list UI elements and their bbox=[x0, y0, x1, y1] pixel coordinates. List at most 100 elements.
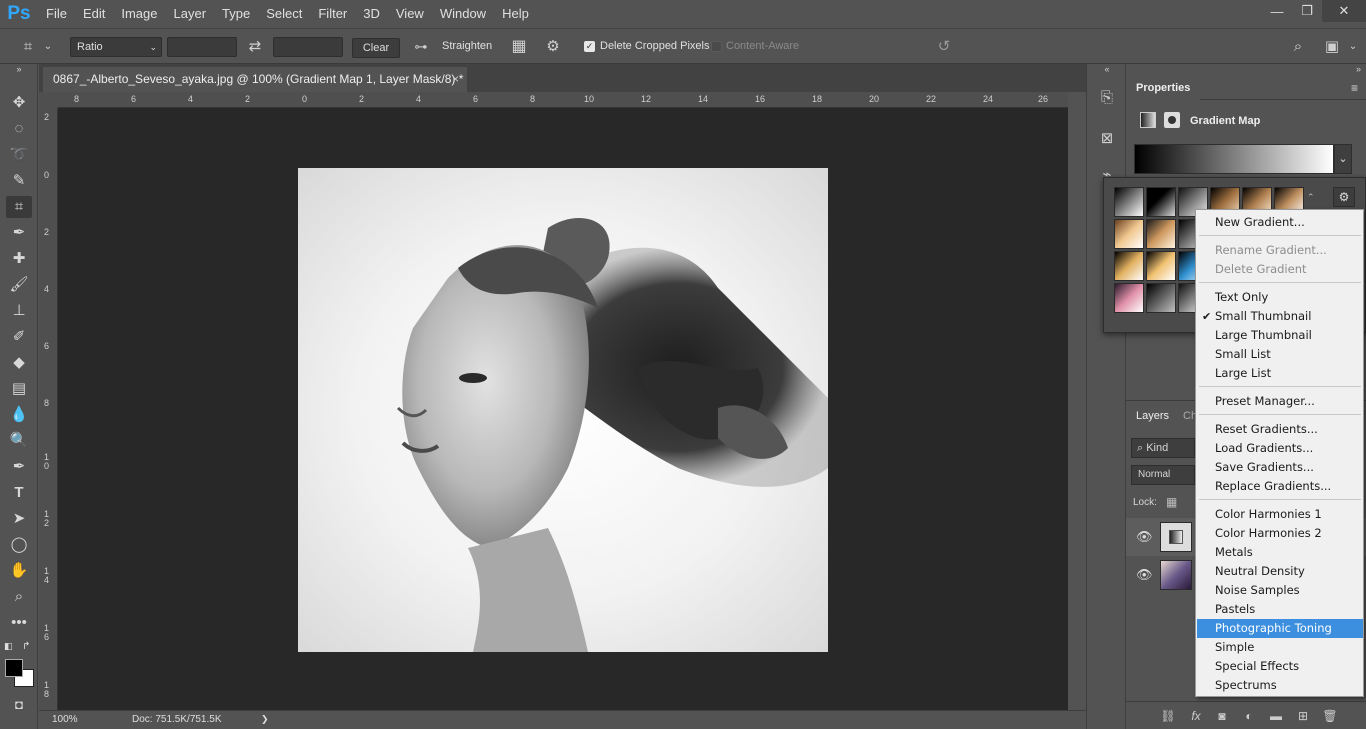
lasso-tool-icon[interactable]: ➰ bbox=[6, 144, 32, 166]
path-selection-tool-icon[interactable]: ➤ bbox=[6, 508, 32, 530]
hand-tool-icon[interactable]: ✋ bbox=[6, 560, 32, 582]
menu-item-rename-gradient[interactable]: Rename Gradient... bbox=[1197, 241, 1363, 260]
gradient-swatch[interactable] bbox=[1114, 283, 1144, 313]
menu-item-delete-gradient[interactable]: Delete Gradient bbox=[1197, 260, 1363, 279]
properties-panel-icon[interactable]: ⊠ bbox=[1096, 128, 1118, 150]
menu-item-small-list[interactable]: Small List bbox=[1197, 345, 1363, 364]
menu-item-new-gradient[interactable]: New Gradient... bbox=[1197, 213, 1363, 232]
gradient-swatch[interactable] bbox=[1146, 187, 1176, 217]
overlay-grid-icon[interactable]: ▦ bbox=[509, 37, 529, 57]
menu-item-photographic-toning[interactable]: Photographic Toning bbox=[1197, 619, 1363, 638]
close-button[interactable]: ✕ bbox=[1322, 0, 1366, 22]
healing-brush-tool-icon[interactable]: ✚ bbox=[6, 248, 32, 270]
type-tool-icon[interactable]: T bbox=[6, 482, 32, 504]
workspace-chevron-down-icon[interactable]: ⌄ bbox=[1343, 37, 1363, 57]
tab-layers[interactable]: Layers bbox=[1136, 410, 1169, 422]
history-brush-tool-icon[interactable]: ✐ bbox=[6, 326, 32, 348]
content-aware-label[interactable]: Content-Aware bbox=[726, 40, 799, 52]
default-colors-icon[interactable]: ◧ bbox=[4, 641, 14, 651]
ratio-width-input[interactable] bbox=[167, 37, 237, 57]
quick-mask-icon[interactable]: ◘ bbox=[6, 694, 32, 716]
menu-item-pastels[interactable]: Pastels bbox=[1197, 600, 1363, 619]
gradient-tool-icon[interactable]: ▤ bbox=[6, 378, 32, 400]
gradient-swatch[interactable] bbox=[1114, 219, 1144, 249]
brush-tool-icon[interactable]: 🖌 bbox=[6, 274, 32, 296]
pen-tool-icon[interactable]: ✒ bbox=[6, 456, 32, 478]
collapse-strip-icon[interactable]: « bbox=[1096, 64, 1118, 74]
menu-item-reset-gradients[interactable]: Reset Gradients... bbox=[1197, 420, 1363, 439]
swap-colors-icon[interactable]: ↱ bbox=[22, 641, 34, 652]
add-mask-icon[interactable]: ◙ bbox=[1214, 708, 1230, 724]
reset-icon[interactable]: ↺ bbox=[934, 37, 954, 57]
preset-chevron-down-icon[interactable]: ⌄ bbox=[38, 37, 58, 57]
close-tab-icon[interactable]: × bbox=[452, 67, 459, 92]
dodge-tool-icon[interactable]: 🔍 bbox=[6, 430, 32, 452]
collapse-tools-icon[interactable]: » bbox=[6, 64, 32, 74]
delete-layer-icon[interactable]: 🗑 bbox=[1322, 708, 1338, 724]
menu-item-replace-gradients[interactable]: Replace Gradients... bbox=[1197, 477, 1363, 496]
link-layers-icon[interactable]: ⛓ bbox=[1160, 708, 1176, 724]
restore-button[interactable]: ❐ bbox=[1292, 0, 1322, 22]
swap-icon[interactable]: ⇄ bbox=[245, 37, 265, 57]
eraser-tool-icon[interactable]: ◆ bbox=[6, 352, 32, 374]
menu-item-special-effects[interactable]: Special Effects bbox=[1197, 657, 1363, 676]
panel-menu-icon[interactable]: ≡ bbox=[1351, 81, 1358, 95]
ratio-select[interactable]: Ratio ⌄ bbox=[70, 37, 162, 57]
blur-tool-icon[interactable]: 💧 bbox=[6, 404, 32, 426]
delete-cropped-checkbox[interactable]: ✓ bbox=[584, 41, 595, 52]
zoom-tool-icon[interactable]: ⌕ bbox=[6, 586, 32, 608]
layer-filter-select[interactable]: ⌕ Kind bbox=[1131, 438, 1195, 458]
menu-select[interactable]: Select bbox=[258, 0, 310, 28]
straighten-label[interactable]: Straighten bbox=[442, 40, 492, 52]
minimize-button[interactable]: — bbox=[1262, 0, 1292, 22]
history-panel-icon[interactable]: ⎘ bbox=[1096, 87, 1118, 109]
menu-item-load-gradients[interactable]: Load Gradients... bbox=[1197, 439, 1363, 458]
blend-mode-select[interactable]: Normal bbox=[1131, 465, 1195, 485]
visibility-eye-icon[interactable]: 👁 bbox=[1136, 568, 1153, 582]
menu-item-color-harmonies-1[interactable]: Color Harmonies 1 bbox=[1197, 505, 1363, 524]
marquee-tool-icon[interactable]: ◌ bbox=[6, 118, 32, 140]
menu-view[interactable]: View bbox=[388, 0, 432, 28]
menu-filter[interactable]: Filter bbox=[310, 0, 355, 28]
layer-mask-icon[interactable] bbox=[1164, 112, 1180, 128]
gradient-dropdown-button[interactable]: ⌄ bbox=[1334, 144, 1352, 174]
clear-button[interactable]: Clear bbox=[352, 38, 400, 58]
gradient-swatch[interactable] bbox=[1146, 219, 1176, 249]
tab-properties[interactable]: Properties bbox=[1126, 76, 1201, 100]
menu-window[interactable]: Window bbox=[432, 0, 494, 28]
content-aware-checkbox[interactable] bbox=[711, 41, 722, 52]
move-tool-icon[interactable]: ✥ bbox=[6, 92, 32, 114]
gradient-swatch[interactable] bbox=[1146, 251, 1176, 281]
foreground-color-swatch[interactable] bbox=[5, 659, 23, 677]
new-layer-icon[interactable]: ⊞ bbox=[1295, 708, 1311, 724]
document-tab[interactable]: 0867_-Alberto_Seveso_ayaka.jpg @ 100% (G… bbox=[43, 67, 467, 92]
picker-scroll-up-icon[interactable]: ⌃ bbox=[1307, 192, 1317, 203]
menu-edit[interactable]: Edit bbox=[75, 0, 113, 28]
quick-selection-tool-icon[interactable]: ✎ bbox=[6, 170, 32, 192]
clone-stamp-tool-icon[interactable]: ⊥ bbox=[6, 300, 32, 322]
vertical-scrollbar[interactable] bbox=[1068, 92, 1086, 710]
status-menu-arrow-icon[interactable]: ❯ bbox=[261, 714, 269, 725]
crop-tool-icon[interactable]: ⌗ bbox=[6, 196, 32, 218]
crop-tool-preset-icon[interactable]: ⌗ bbox=[18, 37, 38, 57]
menu-item-color-harmonies-2[interactable]: Color Harmonies 2 bbox=[1197, 524, 1363, 543]
gradient-swatch[interactable] bbox=[1114, 187, 1144, 217]
menu-item-small-thumbnail[interactable]: ✔ Small Thumbnail bbox=[1197, 307, 1363, 326]
layer-style-fx-icon[interactable]: fx bbox=[1188, 708, 1204, 724]
menu-3d[interactable]: 3D bbox=[355, 0, 388, 28]
delete-cropped-label[interactable]: Delete Cropped Pixels bbox=[600, 40, 709, 52]
lock-transparent-icon[interactable]: ▦ bbox=[1166, 495, 1177, 509]
gradient-preview[interactable] bbox=[1134, 144, 1334, 174]
menu-item-text-only[interactable]: Text Only bbox=[1197, 288, 1363, 307]
zoom-level[interactable]: 100% bbox=[52, 714, 78, 725]
straighten-icon[interactable]: ⊶ bbox=[411, 37, 431, 57]
new-adjustment-layer-icon[interactable]: ◐ bbox=[1241, 708, 1257, 724]
menu-help[interactable]: Help bbox=[494, 0, 537, 28]
search-icon[interactable]: ⌕ bbox=[1288, 37, 1308, 57]
menu-item-simple[interactable]: Simple bbox=[1197, 638, 1363, 657]
document-image[interactable] bbox=[298, 168, 828, 652]
new-group-icon[interactable]: ▬ bbox=[1268, 708, 1284, 724]
menu-item-large-list[interactable]: Large List bbox=[1197, 364, 1363, 383]
collapse-panel-icon[interactable]: » bbox=[1356, 64, 1361, 74]
menu-item-large-thumbnail[interactable]: Large Thumbnail bbox=[1197, 326, 1363, 345]
